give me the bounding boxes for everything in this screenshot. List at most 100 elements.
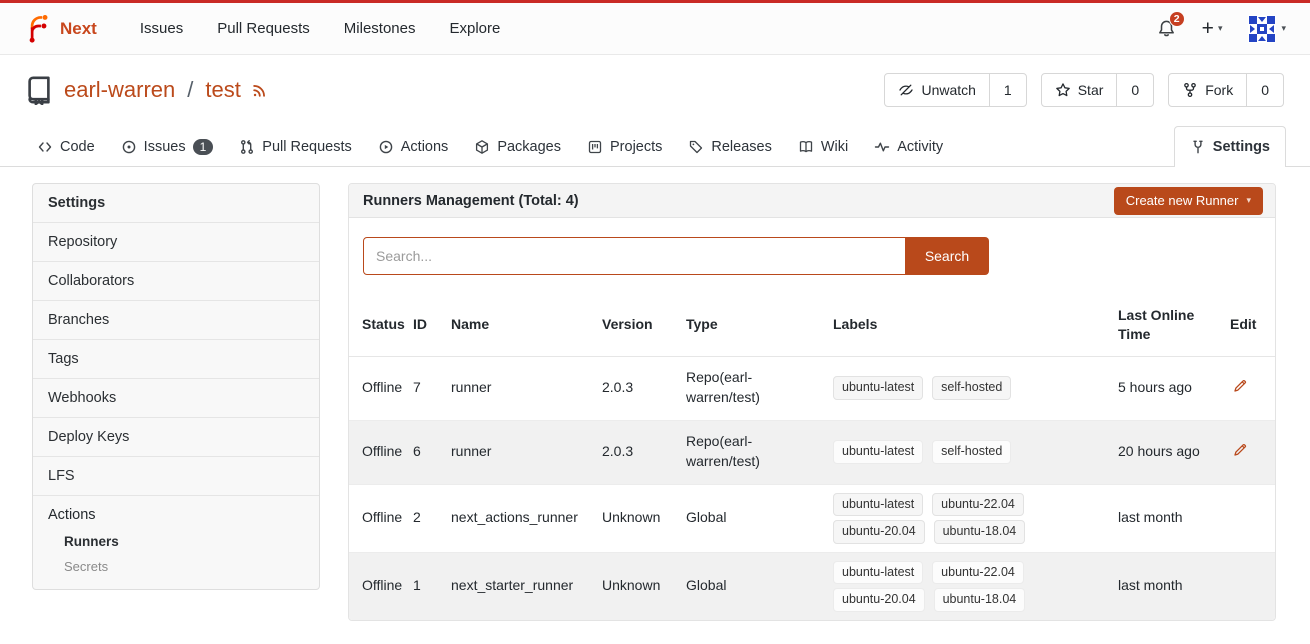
runner-last-online: 20 hours ago	[1118, 420, 1230, 484]
star-icon	[1055, 82, 1071, 98]
sidebar-item-webhooks[interactable]: Webhooks	[33, 378, 319, 417]
tab-label: Actions	[401, 139, 449, 155]
col-labels: Labels	[833, 294, 1118, 356]
repo-title: earl-warren / test	[24, 75, 269, 105]
runner-version: 2.0.3	[602, 356, 686, 420]
label-pill: ubuntu-18.04	[934, 520, 1026, 544]
repo-name-link[interactable]: test	[205, 77, 240, 103]
tab-projects[interactable]: Projects	[574, 128, 675, 166]
unwatch-button[interactable]: Unwatch	[885, 74, 988, 106]
label-pill: ubuntu-20.04	[833, 520, 925, 544]
runner-labels: ubuntu-latest self-hosted	[833, 420, 1118, 484]
notifications-button[interactable]: 2	[1157, 19, 1176, 38]
sidebar-item-lfs[interactable]: LFS	[33, 456, 319, 495]
book-icon	[798, 139, 814, 155]
chevron-down-icon: ▾	[1246, 195, 1251, 206]
nav-item-explore[interactable]: Explore	[432, 10, 517, 47]
tab-issues[interactable]: Issues 1	[108, 128, 227, 166]
tab-releases[interactable]: Releases	[675, 128, 784, 166]
tab-label: Code	[60, 139, 95, 155]
sidebar-item-actions[interactable]: Actions	[33, 496, 319, 529]
tab-wiki[interactable]: Wiki	[785, 128, 861, 166]
col-type: Type	[686, 294, 833, 356]
runner-last-online: last month	[1118, 552, 1230, 620]
sidebar-item-branches[interactable]: Branches	[33, 300, 319, 339]
runner-status: Offline	[349, 484, 413, 552]
sidebar-item-runners[interactable]: Runners	[33, 529, 319, 554]
tab-label: Wiki	[821, 139, 848, 155]
tab-label: Pull Requests	[262, 139, 351, 155]
repo-icon	[24, 75, 54, 105]
runner-labels: ubuntu-latest ubuntu-22.04 ubuntu-20.04 …	[833, 484, 1118, 552]
label-pill: self-hosted	[932, 376, 1011, 400]
tab-activity[interactable]: Activity	[861, 128, 956, 166]
pencil-icon	[1232, 442, 1248, 458]
fork-button[interactable]: Fork	[1169, 74, 1246, 106]
runner-name: next_starter_runner	[451, 552, 602, 620]
issue-icon	[121, 139, 137, 155]
actions-play-icon	[378, 139, 394, 155]
panel-title: Runners Management (Total: 4)	[363, 193, 579, 209]
sidebar-item-collaborators[interactable]: Collaborators	[33, 261, 319, 300]
avatar	[1248, 15, 1276, 43]
label-pill: ubuntu-20.04	[833, 588, 925, 612]
brand-home-link[interactable]: Next	[24, 14, 97, 43]
create-runner-label: Create new Runner	[1126, 193, 1239, 208]
issues-count-badge: 1	[193, 139, 214, 155]
runner-type: Global	[686, 484, 833, 552]
watchers-count[interactable]: 1	[989, 74, 1026, 106]
top-navbar: Next Issues Pull Requests Milestones Exp…	[0, 3, 1310, 55]
runner-type: Global	[686, 552, 833, 620]
tab-actions[interactable]: Actions	[365, 128, 462, 166]
sidebar-item-secrets[interactable]: Secrets	[33, 554, 319, 579]
user-menu-button[interactable]: ▾	[1248, 15, 1286, 43]
tab-pull-requests[interactable]: Pull Requests	[226, 128, 364, 166]
label-pill: ubuntu-latest	[833, 561, 923, 585]
stars-count[interactable]: 0	[1116, 74, 1153, 106]
runner-last-online: 5 hours ago	[1118, 356, 1230, 420]
create-menu-button[interactable]: + ▾	[1202, 18, 1223, 39]
eye-slash-icon	[898, 82, 914, 98]
label-pill: self-hosted	[932, 440, 1011, 464]
search-section: Search	[349, 218, 1275, 294]
label-pill: ubuntu-latest	[833, 440, 923, 464]
repo-owner-link[interactable]: earl-warren	[64, 77, 175, 103]
tab-label: Projects	[610, 139, 662, 155]
runner-status: Offline	[349, 552, 413, 620]
search-button[interactable]: Search	[905, 237, 989, 275]
sidebar-group-actions: Actions Runners Secrets	[33, 495, 319, 589]
settings-tool-icon	[1190, 139, 1206, 155]
sidebar-item-tags[interactable]: Tags	[33, 339, 319, 378]
rss-icon[interactable]	[251, 81, 269, 99]
search-input[interactable]	[363, 237, 906, 275]
tab-settings[interactable]: Settings	[1174, 126, 1286, 167]
forks-count[interactable]: 0	[1246, 74, 1283, 106]
content-area: Settings Repository Collaborators Branch…	[0, 167, 1310, 621]
notification-count-badge: 2	[1169, 11, 1185, 27]
tab-label: Activity	[897, 139, 943, 155]
table-row: Offline 7 runner 2.0.3 Repo(earl-warren/…	[349, 356, 1275, 420]
runners-panel: Runners Management (Total: 4) Create new…	[348, 183, 1276, 621]
create-runner-button[interactable]: Create new Runner ▾	[1114, 187, 1263, 215]
nav-item-issues[interactable]: Issues	[123, 10, 200, 47]
sidebar-item-deploy-keys[interactable]: Deploy Keys	[33, 417, 319, 456]
sidebar-header: Settings	[33, 184, 319, 222]
tab-packages[interactable]: Packages	[461, 128, 574, 166]
repo-tabbar: Code Issues 1 Pull Requests Actions Pack…	[0, 123, 1310, 167]
label-pill: ubuntu-latest	[833, 376, 923, 400]
chevron-down-icon: ▾	[1281, 23, 1286, 34]
nav-item-milestones[interactable]: Milestones	[327, 10, 433, 47]
label-pill: ubuntu-22.04	[932, 493, 1024, 517]
tab-label: Releases	[711, 139, 771, 155]
tab-code[interactable]: Code	[24, 128, 108, 166]
table-row: Offline 6 runner 2.0.3 Repo(earl-warren/…	[349, 420, 1275, 484]
code-icon	[37, 139, 53, 155]
runner-name: next_actions_runner	[451, 484, 602, 552]
edit-runner-button[interactable]	[1230, 440, 1250, 460]
sidebar-item-repository[interactable]: Repository	[33, 222, 319, 261]
nav-item-pull-requests[interactable]: Pull Requests	[200, 10, 327, 47]
star-button[interactable]: Star	[1042, 74, 1117, 106]
package-icon	[474, 139, 490, 155]
edit-runner-button[interactable]	[1230, 376, 1250, 396]
pulse-icon	[874, 139, 890, 155]
